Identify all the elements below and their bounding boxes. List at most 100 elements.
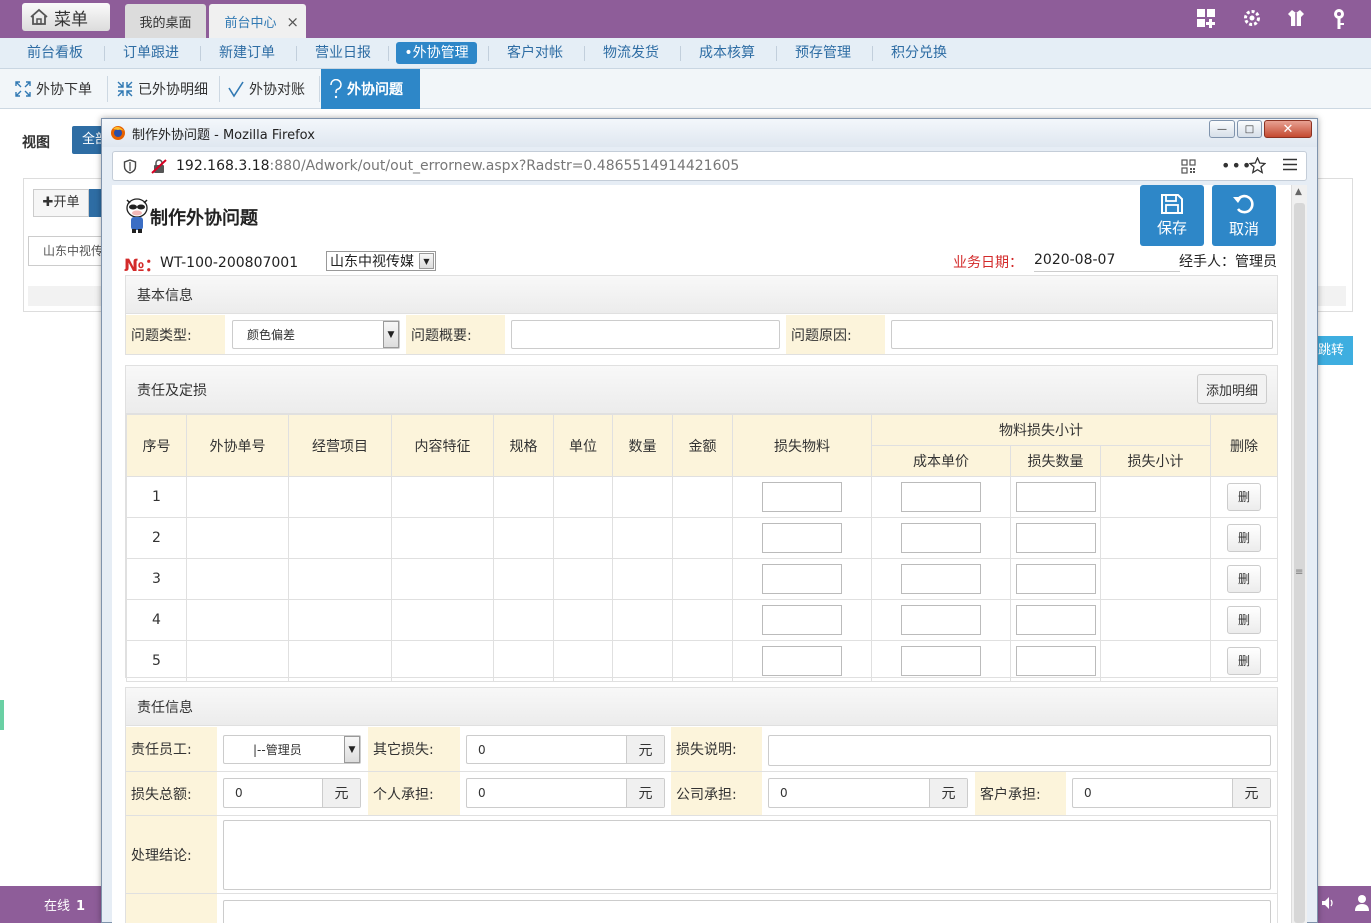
nav-item[interactable]: 前台看板: [20, 42, 90, 64]
subnav-issues[interactable]: 外协问题: [321, 69, 420, 109]
more-icon[interactable]: •••: [1221, 156, 1252, 175]
lost-qty-input[interactable]: [1015, 605, 1096, 635]
subnav-place-order[interactable]: 外协下单: [14, 69, 106, 109]
lost-qty-input[interactable]: [1015, 523, 1096, 553]
tab-front-center[interactable]: 前台中心 ×: [209, 4, 306, 38]
scroll-up-icon[interactable]: ▲: [1295, 187, 1302, 197]
issue-type-select[interactable]: 颜色偏差 ▼: [232, 320, 400, 349]
maximize-button[interactable]: □: [1237, 120, 1262, 138]
lost-material-input[interactable]: [762, 482, 842, 512]
extra-row-label: [126, 894, 217, 923]
apps-icon[interactable]: [1196, 8, 1217, 29]
lost-material-input[interactable]: [762, 564, 842, 594]
key-icon[interactable]: [1330, 8, 1348, 30]
url-path: :880/Adwork/out/out_errornew.aspx?Radstr…: [269, 158, 740, 174]
table-cell: [732, 640, 872, 682]
delete-row-button[interactable]: 删: [1227, 483, 1262, 511]
nav-item[interactable]: 物流发货: [596, 42, 666, 64]
company-select[interactable]: 山东中视传媒 ▼: [326, 251, 436, 271]
save-button[interactable]: 保存: [1140, 185, 1204, 246]
lost-material-input[interactable]: [762, 523, 842, 553]
customer-share-input[interactable]: 0 元: [1072, 778, 1271, 808]
shirt-icon[interactable]: [1286, 8, 1306, 28]
minimize-button[interactable]: —: [1209, 120, 1235, 138]
table-cell: [186, 517, 289, 559]
total-loss-input[interactable]: 0 元: [223, 778, 361, 808]
table-cell: [493, 517, 554, 559]
delete-row-button[interactable]: 删: [1227, 524, 1262, 552]
side-handle[interactable]: [0, 700, 4, 730]
lost-qty-input[interactable]: [1015, 564, 1096, 594]
staff-select[interactable]: |--管理员 ▼: [223, 735, 361, 764]
nav-item[interactable]: 预存管理: [788, 42, 858, 64]
column-header: 损失数量: [1010, 445, 1101, 477]
scrollbar-thumb[interactable]: [1294, 203, 1305, 923]
currency-unit: 元: [929, 779, 967, 807]
scrollbar[interactable]: ▲ ≡: [1291, 185, 1307, 923]
users-icon[interactable]: [1354, 894, 1371, 912]
extra-textarea[interactable]: [223, 900, 1271, 923]
table-cell: [871, 476, 1011, 518]
cost-price-input[interactable]: [901, 646, 981, 676]
nav-item[interactable]: 积分兑换: [884, 42, 954, 64]
insecure-lock-icon[interactable]: [151, 159, 167, 174]
issue-reason-input[interactable]: [891, 320, 1273, 349]
gear-icon[interactable]: [1242, 8, 1262, 28]
popup-window: 制作外协问题 - Mozilla Firefox — □ ✕ 192.168.3…: [101, 118, 1318, 923]
lost-qty-input[interactable]: [1015, 482, 1096, 512]
nav-item[interactable]: 订单跟进: [116, 42, 186, 64]
business-date-field[interactable]: 2020-08-07: [1034, 252, 1180, 272]
nav-item[interactable]: 新建订单: [212, 42, 282, 64]
conclusion-textarea[interactable]: [223, 820, 1271, 890]
chevron-down-icon[interactable]: ▼: [419, 253, 434, 269]
chevron-down-icon[interactable]: ▼: [383, 321, 399, 348]
nav-item[interactable]: 成本核算: [692, 42, 762, 64]
close-icon[interactable]: ×: [286, 13, 299, 31]
subnav-label: 外协下单: [36, 82, 92, 98]
delete-row-button[interactable]: 删: [1227, 565, 1262, 593]
open-order-button[interactable]: ✚开单: [33, 189, 89, 217]
issue-summary-input[interactable]: [511, 320, 780, 349]
company-share-input[interactable]: 0 元: [768, 778, 968, 808]
window-titlebar[interactable]: 制作外协问题 - Mozilla Firefox — □ ✕: [102, 119, 1317, 147]
close-button[interactable]: ✕: [1264, 120, 1312, 138]
background-button[interactable]: [89, 189, 101, 217]
delete-row-button[interactable]: 删: [1227, 606, 1262, 634]
personal-share-input[interactable]: 0 元: [466, 778, 665, 808]
table-cell: [1010, 599, 1101, 641]
tab-my-desktop[interactable]: 我的桌面: [125, 4, 206, 38]
company-filter-field[interactable]: 山东中视传媒: [28, 236, 102, 266]
other-loss-input[interactable]: 0 元: [466, 735, 665, 764]
cost-price-input[interactable]: [901, 605, 981, 635]
cost-price-input[interactable]: [901, 523, 981, 553]
nav-divider: [680, 46, 681, 61]
menu-button[interactable]: 菜单: [22, 3, 110, 31]
table-cell: [288, 558, 392, 600]
delete-row-button[interactable]: 删: [1227, 647, 1262, 675]
lost-material-input[interactable]: [762, 646, 842, 676]
subnav-reconcile[interactable]: 外协对账: [227, 69, 317, 109]
subnav-outsourced-detail[interactable]: 已外协明细: [116, 69, 216, 109]
loss-desc-label: 损失说明:: [671, 727, 762, 771]
speaker-icon[interactable]: [1320, 895, 1336, 911]
nav-item[interactable]: 客户对帐: [500, 42, 570, 64]
lost-material-input[interactable]: [762, 605, 842, 635]
loss-desc-input[interactable]: [768, 735, 1271, 766]
url-text[interactable]: 192.168.3.18:880/Adwork/out/out_errornew…: [176, 158, 739, 174]
cost-price-input[interactable]: [901, 482, 981, 512]
total-loss-value: 0: [235, 786, 243, 800]
hamburger-menu-icon[interactable]: [1283, 158, 1297, 171]
bookmark-star-icon[interactable]: [1249, 157, 1266, 174]
nav-item-outsourcing[interactable]: •外协管理: [396, 42, 477, 64]
cancel-button[interactable]: 取消: [1212, 185, 1276, 246]
check-icon: [227, 80, 245, 98]
cost-price-input[interactable]: [901, 564, 981, 594]
qr-code-icon[interactable]: [1181, 159, 1196, 174]
lost-qty-input[interactable]: [1015, 646, 1096, 676]
shield-icon[interactable]: [123, 159, 137, 174]
add-detail-button[interactable]: 添加明细: [1197, 374, 1267, 404]
url-bar[interactable]: 192.168.3.18:880/Adwork/out/out_errornew…: [112, 151, 1307, 181]
chevron-down-icon[interactable]: ▼: [344, 736, 360, 763]
other-loss-value: 0: [478, 742, 486, 757]
nav-item[interactable]: 营业日报: [308, 42, 378, 64]
